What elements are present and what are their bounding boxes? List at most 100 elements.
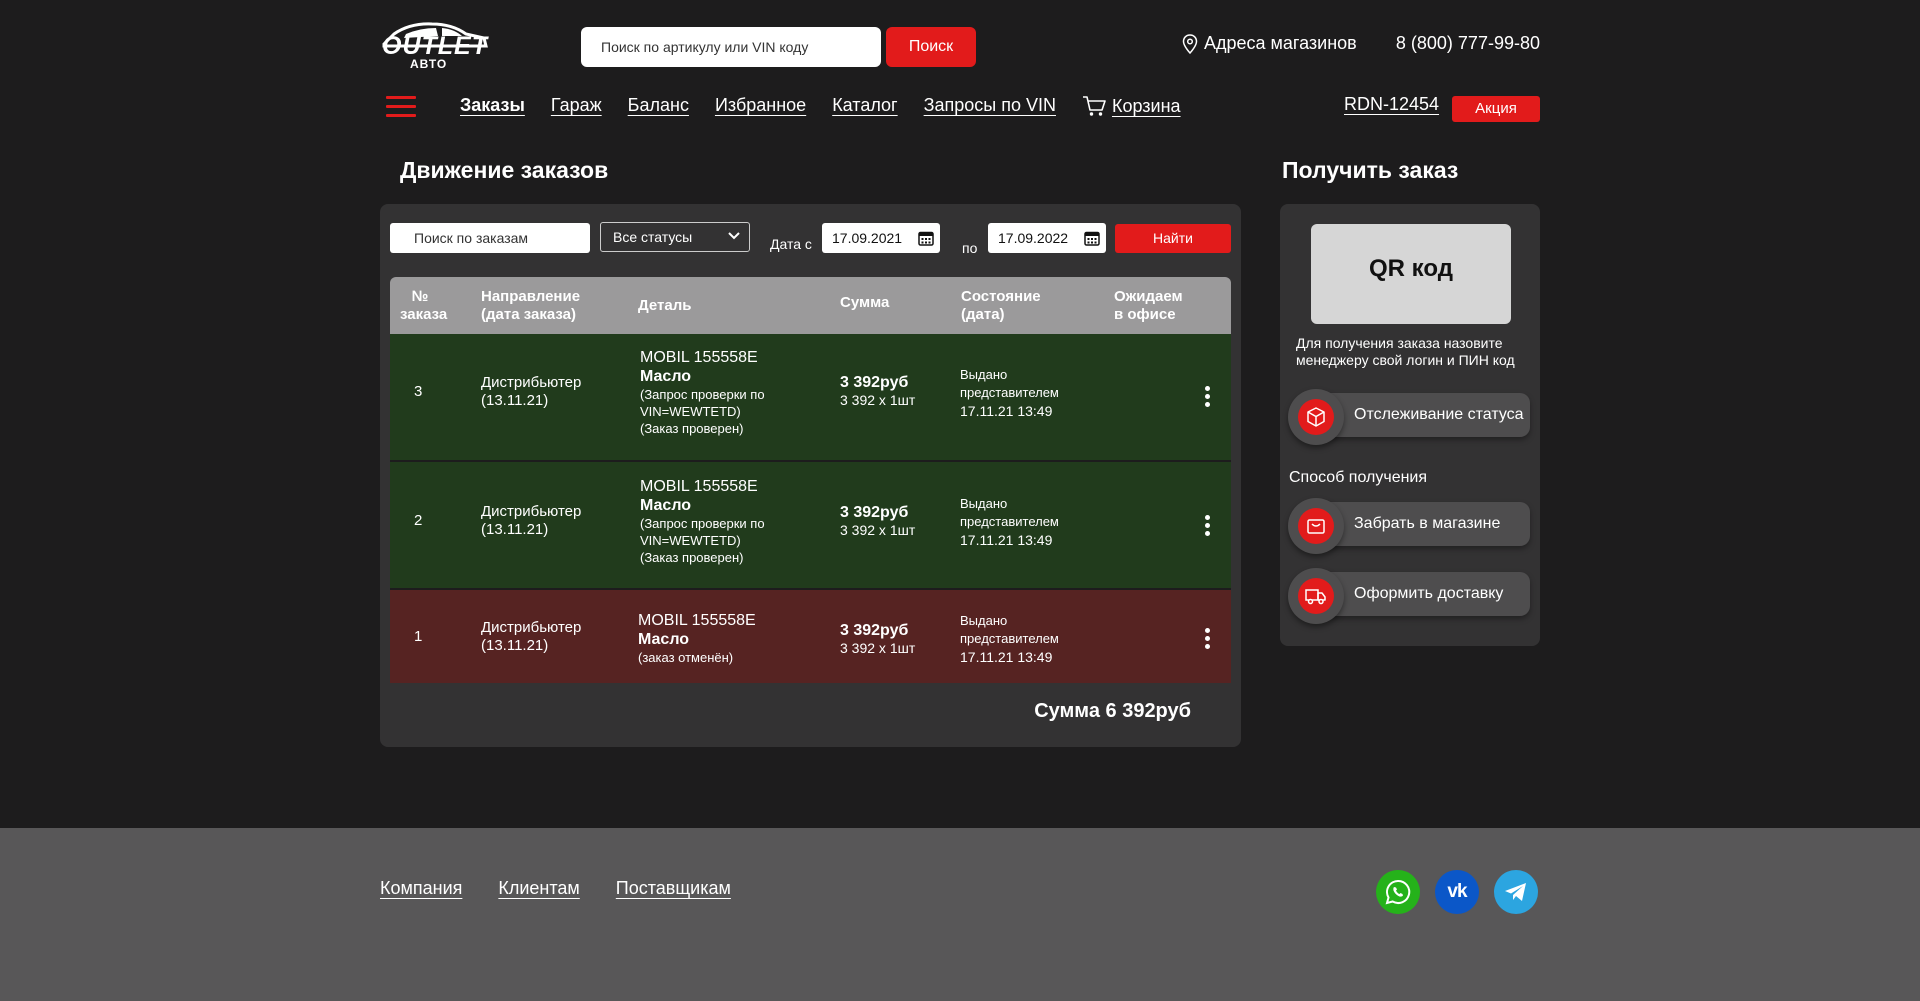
nav-item-favorites[interactable]: Избранное xyxy=(715,95,806,117)
state-text: представителем xyxy=(960,514,1059,529)
footer-link-clients[interactable]: Клиентам xyxy=(498,878,579,899)
date-from-label: Дата с xyxy=(770,236,812,252)
more-vertical-icon[interactable] xyxy=(1205,515,1211,539)
sum-total: 3 392руб xyxy=(840,374,909,391)
vk-glyph: vk xyxy=(1447,881,1467,902)
order-direction: Дистрибьютер (13.11.21) xyxy=(481,503,581,539)
orders-title: Движение заказов xyxy=(400,157,609,183)
menu-burger-icon[interactable] xyxy=(386,96,416,118)
detail-note: (заказ отменён) xyxy=(638,650,734,665)
order-state: Выдано представителем 17.11.21 13:49 xyxy=(960,612,1059,666)
delivery-button[interactable]: Оформить доставку xyxy=(1288,568,1530,624)
footer-link-company[interactable]: Компания xyxy=(380,878,462,899)
state-text: Выдано xyxy=(960,367,1008,382)
pickup-button[interactable]: Забрать в магазине xyxy=(1288,498,1530,554)
state-text: представителем xyxy=(960,385,1059,400)
th-number-line2: заказа xyxy=(400,306,448,323)
state-date: 17.11.21 13:49 xyxy=(960,649,1053,665)
status-select-value: Все статусы xyxy=(613,229,693,245)
detail-brand: MOBIL 155558E xyxy=(638,612,756,629)
th-direction: Направление (дата заказа) xyxy=(481,288,580,324)
order-direction: Дистрибьютер (13.11.21) xyxy=(481,374,581,410)
delivery-icon-wrap xyxy=(1288,568,1344,624)
sum-total: 3 392руб xyxy=(840,622,909,639)
nav-item-balance[interactable]: Баланс xyxy=(628,95,689,117)
vk-icon[interactable]: vk xyxy=(1435,870,1479,914)
calendar-icon[interactable] xyxy=(918,230,934,246)
location-pin-icon xyxy=(1182,33,1198,54)
order-number: 1 xyxy=(414,628,423,645)
order-direction: Дистрибьютер (13.11.21) xyxy=(481,619,581,655)
table-row[interactable]: 3 Дистрибьютер (13.11.21) MOBIL 155558E … xyxy=(390,334,1231,460)
truck-icon xyxy=(1305,589,1326,605)
th-sum: Сумма xyxy=(840,294,890,311)
direction-name: Дистрибьютер xyxy=(481,374,582,391)
detail-note: (Заказ проверен) xyxy=(640,550,744,565)
th-state-line1: Состояние xyxy=(961,288,1041,305)
sum-detail: 3 392 х 1шт xyxy=(840,392,916,408)
footer: Компания Клиентам Поставщикам vk xyxy=(0,828,1920,1001)
th-office-line1: Ожидаем xyxy=(1114,288,1183,305)
nav-links: Заказы Гараж Баланс Избранное Каталог За… xyxy=(460,95,1181,117)
cart-label[interactable]: Корзина xyxy=(1112,96,1181,117)
box-icon xyxy=(1307,407,1325,427)
footer-link-suppliers[interactable]: Поставщикам xyxy=(616,878,731,899)
detail-part: Масло xyxy=(640,368,692,385)
qr-code-box[interactable]: QR код xyxy=(1311,224,1511,324)
addresses-label: Адреса магазинов xyxy=(1204,33,1357,53)
order-number: 2 xyxy=(414,512,423,529)
more-vertical-icon[interactable] xyxy=(1205,628,1211,652)
method-title: Способ получения xyxy=(1289,469,1428,486)
user-login[interactable]: RDN-12454 xyxy=(1344,94,1439,115)
logo[interactable]: OUTLET АВТО xyxy=(380,20,490,72)
direction-date: (13.11.21) xyxy=(481,521,549,538)
nav-item-catalog[interactable]: Каталог xyxy=(832,95,897,117)
receive-panel: QR код Для получения заказа назовите мен… xyxy=(1280,204,1540,646)
promo-button[interactable]: Акция xyxy=(1452,96,1540,122)
state-date: 17.11.21 13:49 xyxy=(960,403,1053,419)
orders-search-input[interactable]: Поиск по заказам xyxy=(390,223,590,253)
nav-item-vin-requests[interactable]: Запросы по VIN xyxy=(924,95,1056,117)
telegram-icon[interactable] xyxy=(1494,870,1538,914)
cart-icon xyxy=(1082,96,1106,116)
track-status-button[interactable]: Отслеживание статуса xyxy=(1288,389,1530,445)
addresses-link[interactable]: Адреса магазинов xyxy=(1182,33,1357,54)
th-direction-line1: Направление xyxy=(481,288,581,305)
find-button[interactable]: Найти xyxy=(1115,224,1231,253)
detail-brand: MOBIL 155558E xyxy=(640,349,758,366)
detail-brand: MOBIL 155558E xyxy=(640,478,758,495)
state-date: 17.11.21 13:49 xyxy=(960,532,1053,548)
orders-total: Сумма 6 392руб xyxy=(1034,700,1191,722)
qr-hint: Для получения заказа назовите менеджеру … xyxy=(1296,335,1515,368)
table-row[interactable]: 2 Дистрибьютер (13.11.21) MOBIL 155558E … xyxy=(390,462,1231,588)
detail-part: Масло xyxy=(640,497,692,514)
whatsapp-icon[interactable] xyxy=(1376,870,1420,914)
order-detail: MOBIL 155558E Масло (Запрос проверки по … xyxy=(640,478,765,566)
detail-note: (Заказ проверен) xyxy=(640,421,744,436)
footer-links: Компания Клиентам Поставщикам xyxy=(380,878,731,899)
search-input[interactable]: Поиск по артикулу или VIN коду xyxy=(581,27,881,67)
order-number: 3 xyxy=(414,383,423,400)
state-text: представителем xyxy=(960,631,1059,646)
order-detail: MOBIL 155558E Масло (Запрос проверки по … xyxy=(640,349,765,437)
bag-icon-bg xyxy=(1298,508,1334,544)
table-header: № заказа Направление (дата заказа) Детал… xyxy=(390,277,1231,334)
nav-item-orders[interactable]: Заказы xyxy=(460,95,525,117)
search-button[interactable]: Поиск xyxy=(886,27,976,67)
direction-name: Дистрибьютер xyxy=(481,503,582,520)
detail-note: VIN=WEWTETD) xyxy=(640,533,741,548)
date-from-input[interactable]: 17.09.2021 xyxy=(822,223,940,253)
detail-part: Масло xyxy=(638,631,690,648)
date-to-input[interactable]: 17.09.2022 xyxy=(988,223,1106,253)
nav-item-garage[interactable]: Гараж xyxy=(551,95,602,117)
table-row[interactable]: 1 Дистрибьютер (13.11.21) MOBIL 155558E … xyxy=(390,590,1231,683)
track-status-icon-wrap xyxy=(1288,389,1344,445)
nav-item-cart[interactable]: Корзина xyxy=(1082,95,1181,117)
phone-number[interactable]: 8 (800) 777-99-80 xyxy=(1396,33,1540,54)
calendar-icon[interactable] xyxy=(1084,230,1100,246)
order-state: Выдано представителем 17.11.21 13:49 xyxy=(960,366,1059,420)
telegram-glyph xyxy=(1505,883,1526,901)
status-select[interactable]: Все статусы xyxy=(600,222,750,252)
truck-icon-bg xyxy=(1298,578,1334,614)
more-vertical-icon[interactable] xyxy=(1205,386,1211,410)
